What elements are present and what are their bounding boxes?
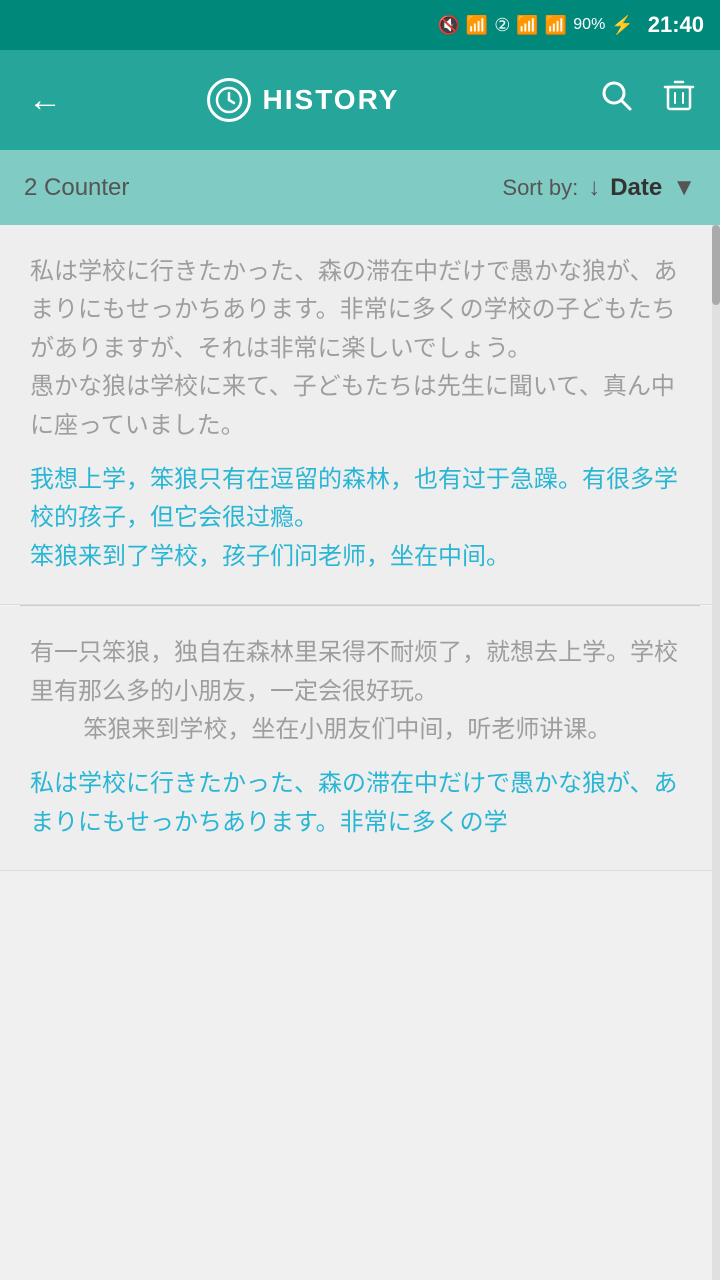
- dropdown-icon[interactable]: ▼: [672, 174, 696, 202]
- scroll-track: [712, 225, 720, 1280]
- page-title: HISTORY: [263, 84, 400, 116]
- battery-indicator: 90%: [573, 16, 605, 34]
- delete-button[interactable]: [658, 75, 700, 125]
- sort-bar: 2 Counter Sort by: ↓ Date ▼: [0, 150, 720, 225]
- wifi-icon: 📶: [466, 15, 488, 36]
- sort-direction-icon: ↓: [588, 174, 600, 202]
- scroll-thumb[interactable]: [712, 225, 720, 305]
- chinese-text-1: 我想上学，笨狼只有在逗留的森林，也有过于急躁。有很多学校的孩子，但它会很过瘾。笨…: [30, 461, 690, 576]
- sort-value: Date: [610, 174, 662, 202]
- app-bar: ← HISTORY: [0, 50, 720, 150]
- counter-text: 2 Counter: [24, 174, 502, 202]
- sort-by-label: Sort by:: [502, 175, 578, 201]
- japanese-text-2: 有一只笨狼，独自在森林里呆得不耐烦了，就想去上学。学校里有那么多的小朋友，一定会…: [30, 634, 690, 749]
- right-icons: [596, 75, 700, 125]
- chinese-text-2: 私は学校に行きたかった、森の滞在中だけで愚かな狼が、あまりにもせっかちあります。…: [30, 765, 690, 842]
- list-item: 私は学校に行きたかった、森の滞在中だけで愚かな狼が、あまりにもせっかちあります。…: [0, 225, 720, 605]
- sim-icon: ②: [494, 15, 510, 36]
- mute-icon: 🔇: [437, 15, 459, 36]
- content-area: 私は学校に行きたかった、森の滞在中だけで愚かな狼が、あまりにもせっかちあります。…: [0, 225, 720, 871]
- title-area: HISTORY: [26, 78, 580, 122]
- sort-area[interactable]: Sort by: ↓ Date ▼: [502, 174, 696, 202]
- charging-icon: ⚡: [611, 15, 633, 36]
- signal2-icon: 📶: [545, 15, 567, 36]
- time-display: 21:40: [648, 12, 704, 38]
- search-button[interactable]: [596, 75, 638, 125]
- signal-icon: 📶: [516, 15, 538, 36]
- list-item: 有一只笨狼，独自在森林里呆得不耐烦了，就想去上学。学校里有那么多的小朋友，一定会…: [0, 606, 720, 871]
- clock-icon: [207, 78, 251, 122]
- japanese-text-1: 私は学校に行きたかった、森の滞在中だけで愚かな狼が、あまりにもせっかちあります。…: [30, 253, 690, 445]
- status-bar: 🔇 📶 ② 📶 📶 90% ⚡ 21:40: [0, 0, 720, 50]
